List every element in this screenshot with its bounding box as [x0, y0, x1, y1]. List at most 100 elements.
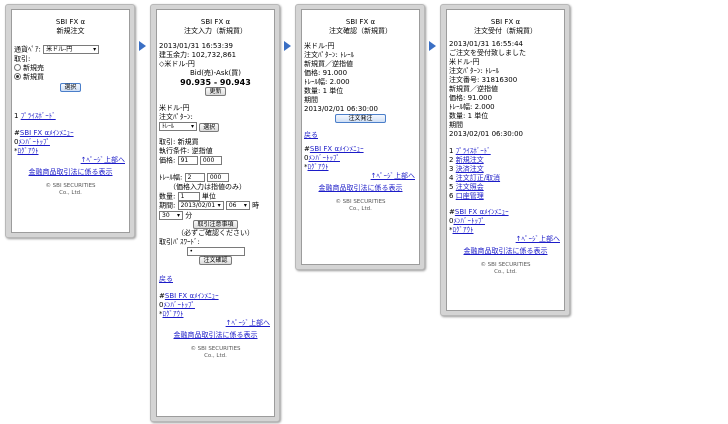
- pair-heading: ◇米ドル-円: [159, 60, 195, 68]
- radio-sell-row[interactable]: 新規売: [12, 64, 129, 73]
- datetime: 2013/01/31 16:55:44: [449, 40, 524, 48]
- quantity: 数量: 1 単位: [449, 112, 489, 120]
- pattern: 注文ﾊﾟﾀｰﾝ: ﾄﾚｰﾙ: [304, 51, 355, 59]
- page-title: SBI FX α 新規注文: [12, 18, 129, 36]
- copyright-sub: Co., Ltd.: [59, 189, 82, 196]
- back-link[interactable]: 戻る: [159, 275, 173, 283]
- disclosure-link[interactable]: 金融商品取引法に係る表示: [29, 168, 113, 176]
- price-note: （価格入力は指値のみ）: [169, 182, 246, 191]
- hour-unit: 時: [252, 201, 260, 210]
- chevron-down-icon: ▾: [217, 202, 221, 209]
- disclosure-link[interactable]: 金融商品取引法に係る表示: [319, 184, 403, 192]
- member-top-link[interactable]: ﾒﾝﾊﾞｰﾄｯﾌﾟ: [453, 217, 485, 225]
- min-unit: 分: [185, 211, 193, 219]
- pattern-label: 注文ﾊﾟﾀｰﾝ:: [159, 113, 193, 121]
- copyright-sub: Co., Ltd.: [349, 206, 372, 212]
- menu-link-order-inquiry[interactable]: 注文照会: [456, 183, 484, 191]
- back-link[interactable]: 戻る: [304, 131, 318, 139]
- menu-item-6[interactable]: 6 口座管理: [447, 192, 564, 201]
- password-label: 取引ﾊﾟｽﾜｰﾄﾞ:: [159, 238, 200, 246]
- period-value: 2013/02/01 06:30:00: [449, 130, 524, 138]
- main-menu-link[interactable]: SBI FX αﾒｲﾝﾒﾆｭｰ: [20, 129, 74, 137]
- qty-input[interactable]: 1: [177, 191, 200, 201]
- logout-link[interactable]: ﾛｸﾞｱｳﾄ: [453, 226, 474, 234]
- member-top-link[interactable]: ﾒﾝﾊﾞｰﾄｯﾌﾟ: [163, 301, 195, 309]
- menu-item-2[interactable]: 2 新規注文: [447, 156, 564, 165]
- phone-frame-2: SBI FX α 注文入力（新規買） 2013/01/31 16:53:39 建…: [150, 4, 280, 422]
- member-top-link[interactable]: ﾒﾝﾊﾞｰﾄｯﾌﾟ: [18, 138, 50, 146]
- trade-notice-button[interactable]: 取引注意事項: [193, 220, 238, 229]
- disclosure-link[interactable]: 金融商品取引法に係る表示: [174, 331, 258, 339]
- screen-new-order: SBI FX α 新規注文 通貨ﾍﾟｱ: 米ドル-円 ▾ 取引: 新規売 新規買 …: [11, 9, 130, 233]
- title-line-1: SBI FX α: [345, 18, 376, 26]
- member-top-link[interactable]: ﾒﾝﾊﾞｰﾄｯﾌﾟ: [308, 154, 340, 162]
- radio-sell-label: 新規売: [23, 63, 44, 72]
- logout-link[interactable]: ﾛｸﾞｱｳﾄ: [163, 310, 184, 318]
- menu-item-1[interactable]: 1 ﾌﾟﾗｲｽﾎﾞｰﾄﾞ: [447, 147, 564, 156]
- arrow-right-icon: [284, 41, 291, 51]
- select-button[interactable]: 選択: [60, 82, 81, 92]
- disclosure-link[interactable]: 金融商品取引法に係る表示: [464, 247, 548, 255]
- radio-buy-row[interactable]: 新規買: [12, 73, 129, 82]
- menu-link-price-board[interactable]: ﾌﾟﾗｲｽﾎﾞｰﾄﾞ: [456, 147, 491, 155]
- copyright: © SBI SECURITIES: [480, 262, 531, 268]
- page-top-link[interactable]: ↑ﾍﾟｰｼﾞ上部へ: [226, 319, 270, 327]
- copyright-sub: Co., Ltd.: [204, 353, 227, 359]
- arrow-right-icon: [139, 41, 146, 51]
- trail-int-input[interactable]: 2: [184, 173, 205, 182]
- menu-item-5[interactable]: 5 注文照会: [447, 183, 564, 192]
- exec-condition: 執行条件: 逆指値: [159, 146, 213, 155]
- menu-item-3[interactable]: 3 決済注文: [447, 165, 564, 174]
- bidask-value: 90.935 - 90.943: [180, 78, 251, 87]
- page-title: SBI FX α 注文入力（新規買）: [157, 18, 274, 36]
- price-dec-input[interactable]: 000: [199, 155, 222, 165]
- menu-num: 1: [14, 111, 19, 120]
- title-line-1: SBI FX α: [55, 18, 86, 26]
- menu-num: 2: [449, 156, 454, 164]
- page-top-link[interactable]: ↑ﾍﾟｰｼﾞ上部へ: [371, 172, 415, 180]
- trade-type: 新規買／逆指値: [304, 60, 353, 68]
- radio-sell[interactable]: [14, 64, 21, 71]
- trail-width: ﾄﾚｰﾙ幅: 2.000: [449, 103, 495, 111]
- order-number: 注文番号: 31816300: [449, 76, 518, 84]
- period-min-select[interactable]: 30 ▾: [159, 210, 183, 220]
- menu-item-4[interactable]: 4 注文訂正/取消: [447, 174, 564, 183]
- menu-link-new-order[interactable]: 新規注文: [456, 156, 484, 164]
- pattern-select[interactable]: ﾄﾚｰﾙ ▾: [159, 122, 197, 131]
- password-input[interactable]: •: [186, 247, 245, 256]
- title-line-2: 注文入力（新規買）: [184, 27, 247, 35]
- main-menu-link[interactable]: SBI FX αﾒｲﾝﾒﾆｭｰ: [310, 145, 364, 153]
- radio-buy[interactable]: [14, 73, 21, 80]
- menu-link-modify-cancel[interactable]: 注文訂正/取消: [456, 174, 500, 182]
- page-top-link[interactable]: ↑ﾍﾟｰｼﾞ上部へ: [81, 156, 125, 164]
- update-button[interactable]: 更新: [205, 87, 226, 96]
- copyright: © SBI SECURITIES: [190, 346, 241, 352]
- menu-num: 5: [449, 183, 454, 191]
- title-line-2: 新規注文: [56, 27, 85, 35]
- main-menu-link[interactable]: SBI FX αﾒｲﾝﾒﾆｭｰ: [165, 292, 219, 300]
- trail-dec-input[interactable]: 000: [206, 173, 229, 182]
- arrow-right-icon: [429, 41, 436, 51]
- quantity: 数量: 1 単位: [304, 87, 344, 95]
- phone-frame-3: SBI FX α 注文確認（新規買） 米ドル-円 注文ﾊﾟﾀｰﾝ: ﾄﾚｰﾙ 新…: [295, 4, 425, 270]
- chevron-down-icon: ▾: [243, 202, 247, 209]
- select-button[interactable]: 選択: [199, 122, 220, 132]
- menu-link-settlement[interactable]: 決済注文: [456, 165, 484, 173]
- period-hour-select[interactable]: 06 ▾: [225, 201, 250, 210]
- place-order-button[interactable]: 注文発注: [335, 114, 386, 123]
- period-date-select[interactable]: 2013/02/01 ▾: [177, 201, 224, 210]
- radio-buy-label: 新規買: [23, 72, 44, 81]
- price-int-input[interactable]: 91: [177, 155, 198, 165]
- order-confirm-button[interactable]: 注文確認: [199, 256, 232, 265]
- trail-width: ﾄﾚｰﾙ幅: 2.000: [304, 78, 350, 86]
- logout-link[interactable]: ﾛｸﾞｱｳﾄ: [18, 147, 39, 155]
- notice-text: （必ずご確認ください）: [177, 229, 254, 237]
- chevron-down-icon: ▾: [176, 211, 180, 219]
- screen-order-accepted: SBI FX α 注文受付（新規買） 2013/01/31 16:55:44 ご…: [446, 9, 565, 311]
- main-menu-link[interactable]: SBI FX αﾒｲﾝﾒﾆｭｰ: [455, 208, 509, 216]
- logout-link[interactable]: ﾛｸﾞｱｳﾄ: [308, 163, 329, 171]
- pair-select[interactable]: 米ドル-円 ▾: [43, 45, 100, 54]
- page-top-link[interactable]: ↑ﾍﾟｰｼﾞ上部へ: [516, 235, 560, 243]
- price-board-link[interactable]: ﾌﾟﾗｲｽﾎﾞｰﾄﾞ: [21, 112, 56, 120]
- menu-link-account[interactable]: 口座管理: [456, 192, 484, 200]
